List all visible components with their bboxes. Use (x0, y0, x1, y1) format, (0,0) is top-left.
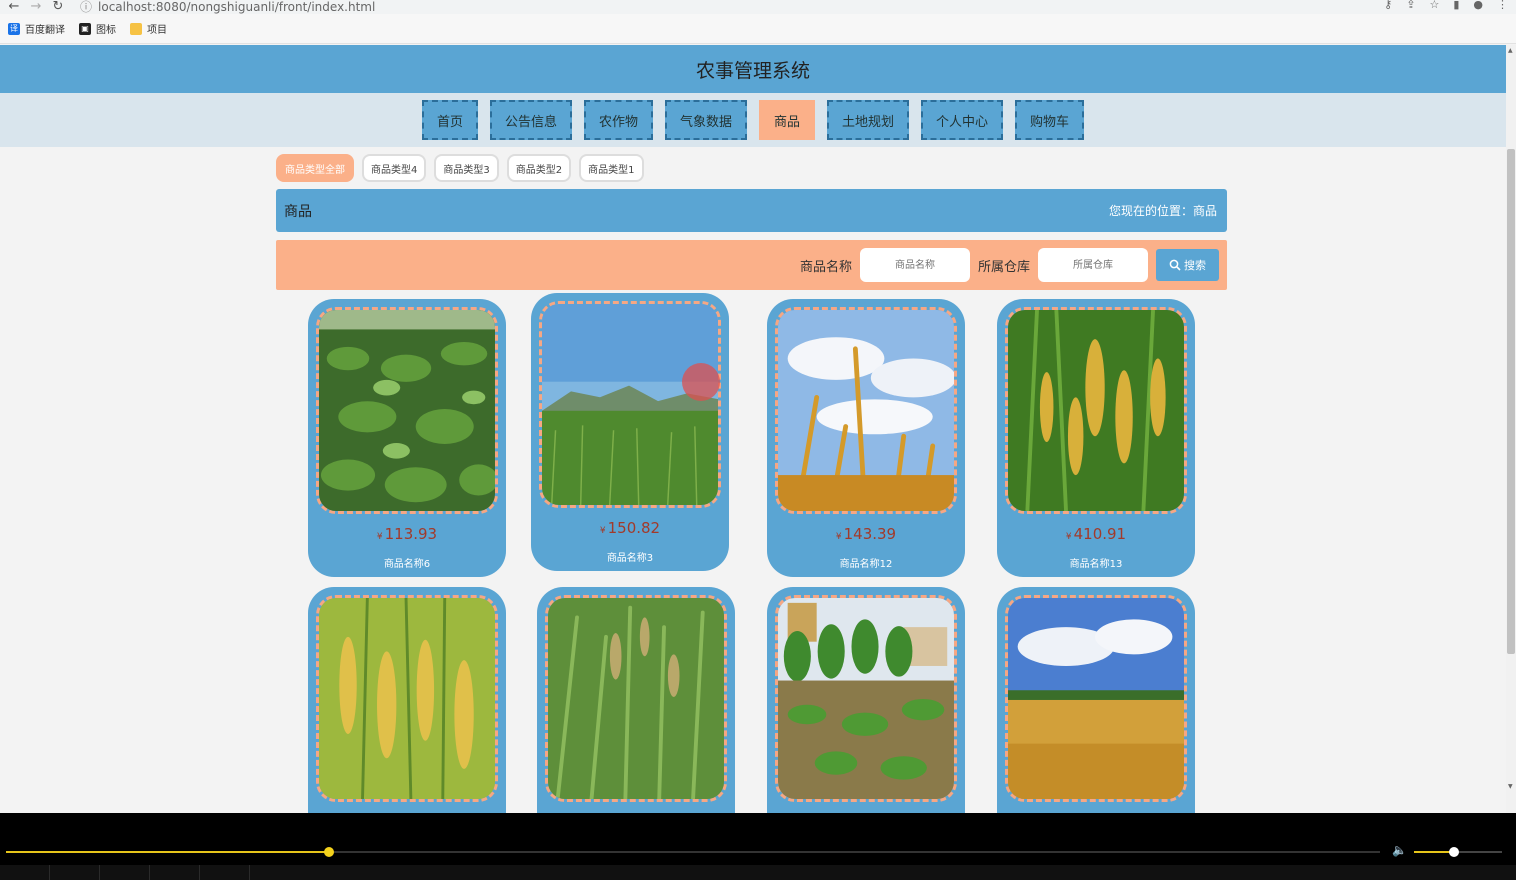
bookmark-label: 百度翻译 (25, 25, 65, 36)
player-button[interactable] (100, 865, 150, 880)
product-image-rice-ears (1005, 307, 1187, 514)
nav-item-weather[interactable]: 气象数据 (664, 100, 747, 140)
product-name: 商品名称12 (839, 559, 893, 570)
product-image-farm-trees (775, 595, 957, 802)
product-image-wheat-sky (775, 307, 957, 514)
scroll-down-icon[interactable]: ▼ (1508, 783, 1513, 790)
breadcrumb: 商品 您现在的位置：商品 (276, 189, 1227, 232)
scroll-up-icon[interactable]: ▲ (1508, 47, 1513, 54)
product-card[interactable]: ¥410.91 商品名称13 (997, 299, 1195, 577)
url-text: localhost:8080/nongshiguanli/front/index… (98, 0, 376, 14)
forward-icon[interactable]: → (28, 0, 44, 13)
bookmarks-bar: 译 百度翻译 ▣ 图标 项目 (0, 14, 1516, 44)
bookmark-label: 图标 (96, 25, 116, 36)
product-card[interactable] (767, 587, 965, 813)
bookmark-label: 项目 (147, 25, 167, 36)
sidebar-icon[interactable]: ▮ (1453, 0, 1459, 10)
category-tag[interactable]: 商品类型4 (362, 154, 427, 182)
mouse-pointer-highlight (682, 363, 720, 401)
main-content: 商品类型全部 商品类型4 商品类型3 商品类型2 商品类型1 商品 您现在的位置… (276, 147, 1227, 290)
product-price: ¥113.93 (376, 525, 438, 543)
product-image-green-field-mountains (539, 301, 721, 508)
image-icon: ▣ (79, 22, 91, 35)
player-button[interactable] (50, 865, 100, 880)
product-card[interactable]: ¥150.82 商品名称3 (531, 293, 729, 571)
translate-icon: 译 (8, 22, 20, 35)
menu-icon[interactable]: ⋮ (1497, 0, 1508, 10)
category-filter: 商品类型全部 商品类型4 商品类型3 商品类型2 商品类型1 (276, 153, 1227, 183)
main-nav: 首页 公告信息 农作物 气象数据 商品 土地规划 个人中心 购物车 (0, 93, 1506, 147)
key-icon[interactable]: ⚷ (1384, 0, 1392, 10)
progress-track[interactable] (6, 847, 1380, 857)
product-price: ¥410.91 (1065, 525, 1127, 543)
nav-item-profile[interactable]: 个人中心 (921, 100, 1004, 140)
site-header: 农事管理系统 (0, 45, 1506, 93)
page-scrollbar[interactable]: ▲ ▼ (1506, 45, 1516, 813)
player-button[interactable] (0, 865, 50, 880)
volume-handle[interactable] (1448, 847, 1459, 857)
nav-item-notices[interactable]: 公告信息 (489, 100, 572, 140)
product-name: 商品名称3 (606, 553, 654, 564)
address-bar[interactable]: ⓘ localhost:8080/nongshiguanli/front/inde… (80, 0, 376, 14)
product-price: ¥143.39 (835, 525, 897, 543)
nav-item-home[interactable]: 首页 (421, 100, 478, 140)
info-icon: ⓘ (80, 0, 93, 14)
volume-fill (1414, 851, 1454, 853)
location-text: 您现在的位置：商品 (1108, 204, 1217, 218)
product-card[interactable] (537, 587, 735, 813)
nav-item-crops[interactable]: 农作物 (583, 100, 653, 140)
search-icon (1169, 259, 1181, 271)
warehouse-input[interactable] (1038, 248, 1148, 282)
site-title: 农事管理系统 (695, 59, 810, 82)
volume-track[interactable] (1414, 847, 1502, 857)
product-image-green-rice (545, 595, 727, 802)
player-button[interactable] (150, 865, 200, 880)
bookmark-item[interactable]: 项目 (130, 21, 167, 36)
volume-icon[interactable]: 🔈 (1392, 843, 1407, 857)
page-title: 商品 (284, 203, 312, 220)
scroll-thumb[interactable] (1507, 149, 1515, 654)
product-card[interactable] (997, 587, 1195, 813)
category-tag[interactable]: 商品类型2 (506, 154, 572, 182)
product-card[interactable]: ¥143.39 商品名称12 (767, 299, 965, 577)
category-tag-all[interactable]: 商品类型全部 (276, 154, 354, 182)
share-icon[interactable]: ⇪ (1406, 0, 1415, 10)
bookmark-item[interactable]: 译 百度翻译 (8, 21, 65, 36)
profile-icon[interactable]: ● (1473, 0, 1483, 10)
product-name: 商品名称13 (1069, 559, 1123, 570)
player-button-strip (0, 865, 1516, 880)
star-icon[interactable]: ☆ (1429, 0, 1439, 10)
product-image-wheat-field-clouds (1005, 595, 1187, 802)
nav-item-products[interactable]: 商品 (759, 100, 816, 140)
product-name-label: 商品名称 (799, 259, 852, 275)
product-price: ¥150.82 (599, 519, 661, 537)
bookmark-item[interactable]: ▣ 图标 (79, 21, 116, 36)
browser-toolbar: ← → ↻ ⓘ localhost:8080/nongshiguanli/fron… (0, 0, 1516, 14)
product-image-golden-rice (316, 595, 498, 802)
product-image-tea-field (316, 307, 498, 514)
category-tag[interactable]: 商品类型1 (579, 154, 644, 182)
nav-item-cart[interactable]: 购物车 (1015, 100, 1085, 140)
warehouse-label: 所属仓库 (977, 259, 1030, 275)
back-icon[interactable]: ← (6, 0, 22, 13)
player-button[interactable] (200, 865, 250, 880)
product-card[interactable] (308, 587, 506, 813)
progress-fill (6, 851, 329, 853)
page: 农事管理系统 首页 公告信息 农作物 气象数据 商品 土地规划 个人中心 购物车… (0, 45, 1506, 813)
product-name-input[interactable] (859, 248, 970, 282)
product-name: 商品名称6 (383, 559, 431, 570)
category-tag[interactable]: 商品类型3 (434, 154, 499, 182)
video-player-controls: 🔈 (0, 813, 1516, 880)
progress-handle[interactable] (323, 847, 334, 857)
folder-icon (130, 22, 142, 35)
reload-icon[interactable]: ↻ (50, 0, 66, 13)
search-button[interactable]: 搜索 (1156, 249, 1219, 281)
nav-item-land[interactable]: 土地规划 (827, 100, 910, 140)
search-bar: 商品名称 所属仓库 搜索 (276, 240, 1227, 290)
product-card[interactable]: ¥113.93 商品名称6 (308, 299, 506, 577)
